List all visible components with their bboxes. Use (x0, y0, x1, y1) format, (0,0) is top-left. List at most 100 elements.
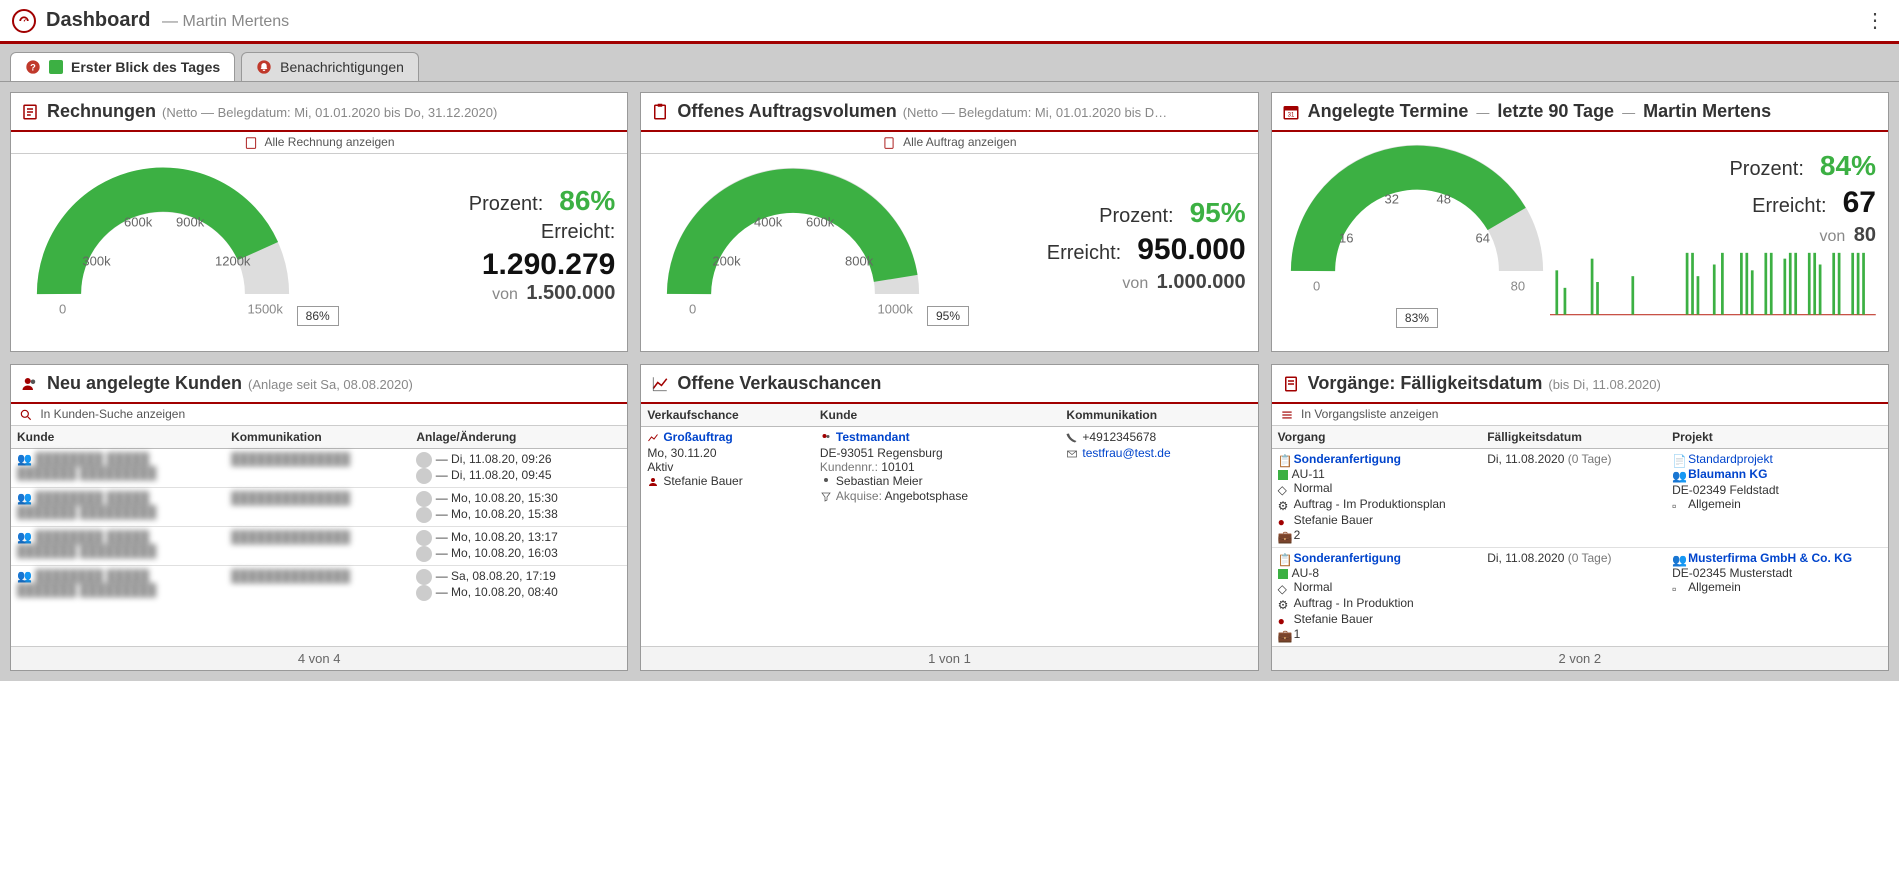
priority: Normal (1294, 580, 1333, 596)
card-title: Angelegte Termine (1308, 101, 1469, 122)
svg-text:31: 31 (1287, 112, 1294, 118)
created-date: Mo, 10.08.20, 15:30 (451, 491, 558, 505)
tab-label: Benachrichtigungen (280, 59, 404, 75)
table-row[interactable]: 👥 ████████ ████████████ ████████████████… (11, 448, 627, 487)
communication: ██████████████ (231, 491, 350, 505)
col-customer[interactable]: Kunde (814, 404, 1061, 427)
project-link[interactable]: Standardprojekt (1688, 452, 1773, 468)
clipboard-icon (882, 136, 896, 150)
category: Allgemein (1688, 580, 1741, 596)
avatar (416, 530, 432, 546)
show-all-link[interactable]: Alle Auftrag anzeigen (903, 135, 1016, 149)
col-task[interactable]: Vorgang (1272, 426, 1482, 449)
card-sub1: letzte 90 Tage (1497, 101, 1614, 122)
users-icon: 👥 (1672, 553, 1684, 565)
col-project[interactable]: Projekt (1666, 426, 1888, 449)
percent-value: 95% (1190, 197, 1246, 229)
app-header: Dashboard — Martin Mertens ⋮ (0, 0, 1899, 44)
svg-text:900k: 900k (176, 215, 205, 230)
card-invoices: Rechnungen (Netto — Belegdatum: Mi, 01.0… (10, 92, 628, 352)
tag-icon: ▫ (1672, 499, 1684, 511)
priority-icon: ◇ (1278, 483, 1290, 495)
card-subtitle: (bis Di, 11.08.2020) (1548, 377, 1661, 392)
clipboard-icon (651, 103, 669, 121)
col-customer[interactable]: Kunde (11, 426, 225, 449)
show-in-search-link[interactable]: In Kunden-Suche anzeigen (40, 407, 185, 421)
col-due[interactable]: Fälligkeitsdatum (1481, 426, 1666, 449)
svg-text:64: 64 (1475, 230, 1489, 245)
card-footer-count: 1 von 1 (641, 646, 1257, 670)
avatar (416, 468, 432, 484)
count-icon: 💼 (1278, 530, 1290, 542)
customer-link[interactable]: Blaumann KG (1688, 467, 1767, 483)
sparkline-chart (1550, 247, 1876, 317)
avatar (416, 569, 432, 585)
kpi-stats: Prozent:86% Erreicht: 1.290.279 von 1.50… (349, 185, 616, 305)
app-logo (12, 9, 36, 33)
reached-value: 950.000 (1137, 233, 1245, 267)
table-row[interactable]: 👥 ████████ ████████████ ████████████████… (11, 565, 627, 604)
col-communication[interactable]: Kommunikation (1060, 404, 1257, 427)
communication: ██████████████ (231, 452, 350, 466)
header-username: — Martin Mertens (162, 13, 289, 30)
table-row[interactable]: 👥 ████████ ████████████ ████████████████… (11, 526, 627, 565)
task-icon: 📋 (1278, 553, 1290, 565)
due-age: (0 Tage) (1568, 452, 1612, 466)
col-opportunity[interactable]: Verkaufschance (641, 404, 814, 427)
task-link[interactable]: Sonderanfertigung (1294, 452, 1401, 468)
customer-name: ████████ █████ (35, 569, 149, 583)
funnel-icon (820, 491, 832, 503)
customer-link[interactable]: Testmandant (836, 430, 910, 446)
email-link[interactable]: testfrau@test.de (1082, 446, 1170, 462)
show-in-list-link[interactable]: In Vorgangsliste anzeigen (1301, 407, 1438, 421)
kebab-menu-button[interactable]: ⋮ (1865, 8, 1887, 33)
count: 1 (1294, 627, 1301, 643)
users-icon: 👥 (17, 491, 32, 505)
tabstrip: ? Erster Blick des Tages Benachrichtigun… (0, 44, 1899, 82)
svg-text:800k: 800k (845, 254, 874, 269)
status-indicator (1278, 569, 1288, 579)
page-title: Dashboard — Martin Mertens (46, 9, 289, 32)
phone-value: +4912345678 (1082, 430, 1156, 446)
opp-owner: Stefanie Bauer (663, 474, 742, 490)
gauge-icon (17, 14, 31, 28)
card-linkbar[interactable]: Alle Auftrag anzeigen (641, 132, 1257, 154)
svg-text:400k: 400k (754, 215, 783, 230)
owner: Stefanie Bauer (1294, 612, 1373, 628)
tab-first-look[interactable]: ? Erster Blick des Tages (10, 52, 235, 81)
table-row[interactable]: Großauftrag Mo, 30.11.20 Aktiv Stefanie … (641, 427, 1257, 508)
card-linkbar[interactable]: Alle Rechnung anzeigen (11, 132, 627, 154)
card-tasks: Vorgänge: Fälligkeitsdatum (bis Di, 11.0… (1271, 364, 1889, 671)
opportunity-link[interactable]: Großauftrag (663, 430, 732, 446)
tab-notifications[interactable]: Benachrichtigungen (241, 52, 419, 81)
users-icon (21, 375, 39, 393)
svg-text:1200k: 1200k (215, 254, 251, 269)
card-title: Offenes Auftragsvolumen (677, 101, 896, 122)
gauge-chart: 0 1500k 300k 600k 900k 1200k (33, 164, 293, 320)
card-linkbar[interactable]: In Vorgangsliste anzeigen (1272, 404, 1888, 426)
priority-icon: ◇ (1278, 582, 1290, 594)
show-all-link[interactable]: Alle Rechnung anzeigen (264, 135, 394, 149)
task-link[interactable]: Sonderanfertigung (1294, 551, 1401, 567)
avatar (416, 546, 432, 562)
created-date: Mo, 10.08.20, 13:17 (451, 530, 558, 544)
table-row[interactable]: 👥 ████████ ████████████ ████████████████… (11, 487, 627, 526)
invoice-icon (21, 103, 39, 121)
col-communication[interactable]: Kommunikation (225, 426, 410, 449)
svg-text:80: 80 (1511, 279, 1525, 294)
svg-text:0: 0 (1313, 279, 1320, 294)
customer-name: ████████ █████ (35, 530, 149, 544)
col-created[interactable]: Anlage/Änderung (410, 426, 627, 449)
card-linkbar[interactable]: In Kunden-Suche anzeigen (11, 404, 627, 426)
gauge-chart: 0 1000k 200k 400k 600k 800k (663, 164, 923, 320)
table-row[interactable]: 📋SonderanfertigungAU-11◇Normal⚙Auftrag -… (1272, 448, 1888, 547)
customer-link[interactable]: Musterfirma GmbH & Co. KG (1688, 551, 1852, 567)
svg-text:200k: 200k (713, 254, 742, 269)
card-footer-count: 4 von 4 (11, 646, 627, 670)
opp-status: Aktiv (647, 460, 808, 474)
svg-text:1000k: 1000k (878, 302, 914, 317)
card-opportunities: Offene Verkauschancen Verkaufschance Kun… (640, 364, 1258, 671)
reached-value: 1.290.279 (349, 248, 616, 282)
invoice-icon (244, 136, 258, 150)
table-row[interactable]: 📋SonderanfertigungAU-8◇Normal⚙Auftrag - … (1272, 547, 1888, 645)
